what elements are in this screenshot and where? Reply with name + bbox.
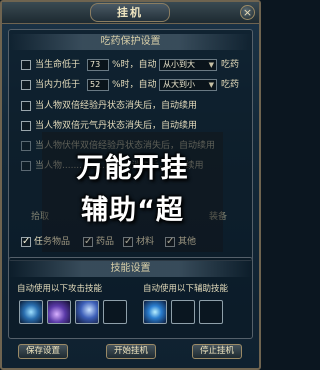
hp-unit-label: %时，自动 bbox=[112, 60, 157, 70]
stop-auto-button[interactable]: 停止挂机 bbox=[192, 344, 242, 359]
promo-line-2: 辅助“超 bbox=[81, 195, 184, 226]
drug-section-heading: 吃药保护设置 bbox=[9, 34, 252, 50]
hp-action-label: 吃药 bbox=[221, 60, 240, 70]
hp-order-value: 从小到大 bbox=[163, 60, 195, 69]
title-bar: 挂机 × bbox=[2, 2, 259, 24]
attack-skill-slot[interactable] bbox=[19, 300, 43, 324]
mp-checkbox[interactable] bbox=[21, 80, 31, 90]
skill-panel: 技能设置 自动使用以下攻击技能 自动使用以下辅助技能 bbox=[8, 257, 253, 339]
assist-skill-slot-empty[interactable] bbox=[171, 300, 195, 324]
hp-checkbox[interactable] bbox=[21, 60, 31, 70]
option-label: 当人物双倍经验丹状态消失后，自动续用 bbox=[35, 101, 198, 111]
pickup-checkbox[interactable] bbox=[21, 234, 31, 250]
attack-skill-slot[interactable] bbox=[75, 300, 99, 324]
mp-row: 当内力低于 52 %时，自动 从大到小 ▼ 吃药 bbox=[21, 77, 246, 93]
assist-skills-label: 自动使用以下辅助技能 bbox=[143, 284, 229, 294]
chevron-down-icon: ▼ bbox=[208, 81, 214, 89]
option-checkbox[interactable] bbox=[21, 121, 31, 131]
option-checkbox[interactable] bbox=[21, 101, 31, 111]
skill-section-heading: 技能设置 bbox=[9, 261, 252, 277]
mp-threshold-input[interactable]: 52 bbox=[87, 79, 109, 91]
attack-skills-label: 自动使用以下攻击技能 bbox=[17, 284, 103, 294]
close-button[interactable]: × bbox=[240, 5, 255, 20]
promo-line-1: 万能开挂 bbox=[76, 153, 189, 184]
option-checkbox[interactable] bbox=[21, 141, 31, 151]
hp-label: 当生命低于 bbox=[35, 60, 81, 70]
auto-battle-window: 挂机 × 吃药保护设置 当生命低于 73 %时，自动 从小到大 ▼ 吃药 当内力… bbox=[0, 0, 261, 370]
window-title: 挂机 bbox=[90, 3, 170, 22]
chevron-down-icon: ▼ bbox=[208, 61, 214, 69]
mp-action-label: 吃药 bbox=[221, 80, 240, 90]
assist-skill-slot-empty[interactable] bbox=[199, 300, 223, 324]
hp-row: 当生命低于 73 %时，自动 从小到大 ▼ 吃药 bbox=[21, 57, 246, 73]
mp-order-value: 从大到小 bbox=[163, 80, 195, 89]
save-settings-button[interactable]: 保存设置 bbox=[18, 344, 68, 359]
option-checkbox[interactable] bbox=[21, 161, 31, 171]
start-auto-button[interactable]: 开始挂机 bbox=[106, 344, 156, 359]
assist-skill-slot[interactable] bbox=[143, 300, 167, 324]
mp-label: 当内力低于 bbox=[35, 80, 81, 90]
attack-skill-slot-empty[interactable] bbox=[103, 300, 127, 324]
attack-skill-slot[interactable] bbox=[47, 300, 71, 324]
mp-order-dropdown[interactable]: 从大到小 ▼ bbox=[159, 79, 217, 91]
promo-overlay: 万能开挂 辅助“超 bbox=[42, 132, 223, 252]
hp-threshold-input[interactable]: 73 bbox=[87, 59, 109, 71]
mp-unit-label: %时，自动 bbox=[112, 80, 157, 90]
hp-order-dropdown[interactable]: 从小到大 ▼ bbox=[159, 59, 217, 71]
